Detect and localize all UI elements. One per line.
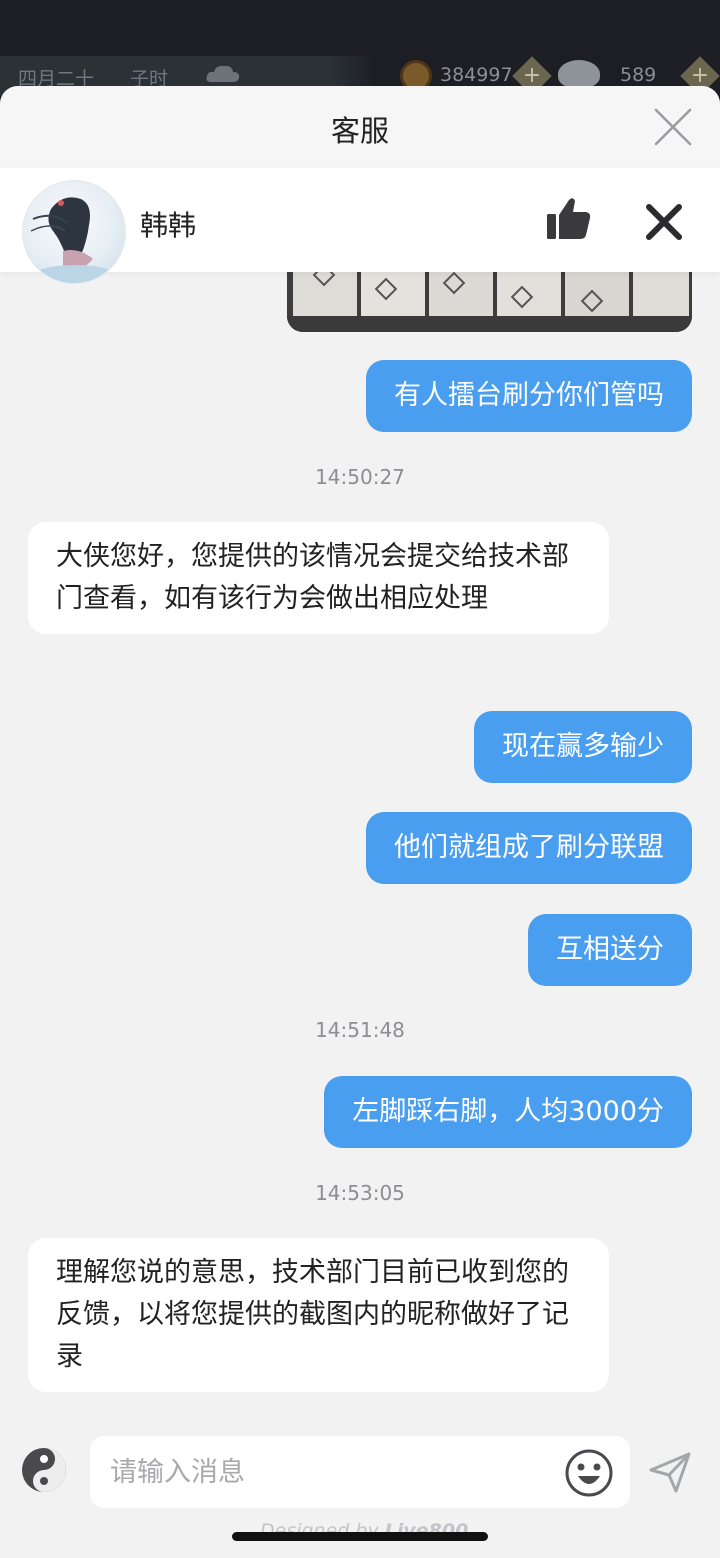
avatar	[22, 180, 126, 284]
agent-name: 韩韩	[140, 209, 197, 242]
user-message: 左脚踩右脚，人均3000分	[324, 1076, 692, 1148]
user-message: 有人擂台刷分你们管吗	[366, 360, 692, 432]
weather-cloud-icon	[206, 65, 240, 82]
emoji-icon[interactable]	[564, 1448, 614, 1498]
thumbs-up-icon[interactable]	[544, 194, 594, 244]
silver-ingot-icon	[558, 60, 600, 88]
close-icon[interactable]	[652, 106, 694, 148]
coin-count: 384997	[440, 64, 513, 86]
game-status-bar: 四月二十 子时 384997 + 589 +	[0, 0, 720, 100]
page-title: 客服	[330, 114, 389, 148]
ingot-count: 589	[620, 64, 657, 86]
message-timestamp: 14:50:27	[315, 465, 405, 489]
message-input[interactable]	[90, 1436, 630, 1508]
user-message: 他们就组成了刷分联盟	[366, 812, 692, 884]
user-message: 互相送分	[528, 914, 692, 986]
agent-message: 大侠您好，您提供的该情况会提交给技术部门查看，如有该行为会做出相应处理	[28, 522, 609, 634]
customer-service-sheet: 客服 韩韩 有人擂台刷分你们管吗 14:50:27 大侠您好，您提供的该情况会提…	[0, 86, 720, 1558]
message-timestamp: 14:51:48	[315, 1018, 405, 1042]
user-message: 现在赢多输少	[474, 711, 692, 783]
sheet-header: 客服	[0, 86, 720, 168]
end-chat-x-icon[interactable]	[644, 202, 684, 242]
send-icon[interactable]	[648, 1450, 692, 1494]
message-timestamp: 14:53:05	[315, 1181, 405, 1205]
yin-yang-icon[interactable]	[20, 1446, 68, 1494]
home-indicator[interactable]	[232, 1532, 488, 1541]
agent-message: 理解您说的意思，技术部门目前已收到您的反馈，以将您提供的截图内的昵称做好了记录	[28, 1238, 609, 1392]
agent-bar: 韩韩	[0, 168, 720, 284]
